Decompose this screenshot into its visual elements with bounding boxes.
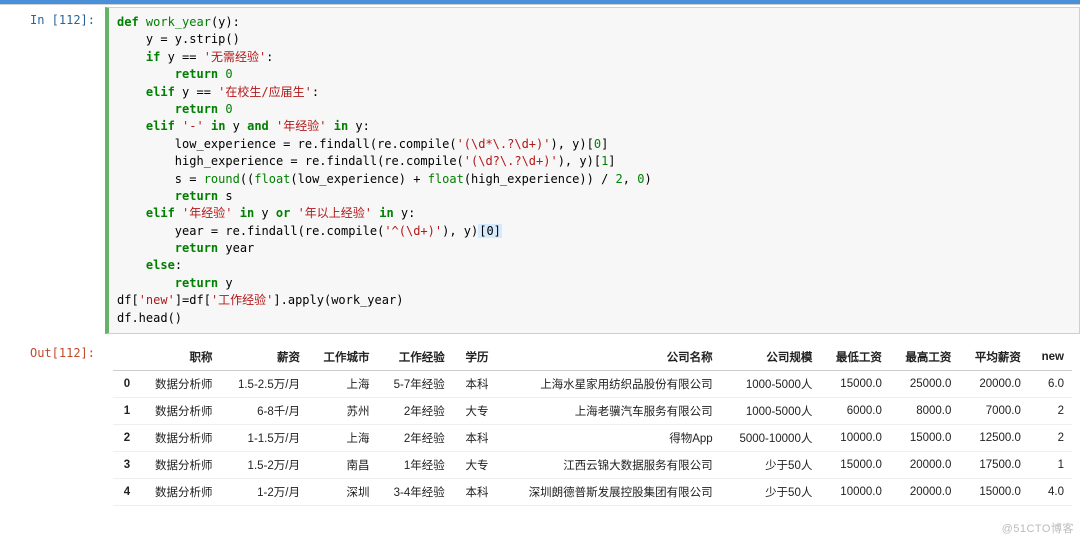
table-header-cell: 最低工资	[820, 344, 890, 371]
table-cell: 1年经验	[377, 452, 452, 479]
table-cell: 20000.0	[959, 371, 1029, 398]
table-row-index: 1	[113, 398, 138, 425]
table-cell: 数据分析师	[138, 452, 220, 479]
table-cell: 25000.0	[890, 371, 960, 398]
output-cell: Out[112]: 职称薪资工作城市工作经验学历公司名称公司规模最低工资最高工资…	[0, 340, 1080, 512]
table-cell: 本科	[453, 371, 497, 398]
table-row: 0数据分析师1.5-2.5万/月上海5-7年经验本科上海水星家用纺织品股份有限公…	[113, 371, 1072, 398]
code-editor[interactable]: def work_year(y): y = y.strip() if y == …	[105, 7, 1080, 334]
table-cell: 得物App	[496, 425, 720, 452]
table-header-cell: 公司规模	[721, 344, 821, 371]
table-cell: 7000.0	[959, 398, 1029, 425]
table-cell: 10000.0	[820, 425, 890, 452]
table-header-cell: 学历	[453, 344, 497, 371]
dataframe-table: 职称薪资工作城市工作经验学历公司名称公司规模最低工资最高工资平均薪资new 0数…	[113, 344, 1072, 506]
table-cell: 17500.0	[959, 452, 1029, 479]
table-cell: 数据分析师	[138, 371, 220, 398]
table-cell: 6.0	[1029, 371, 1072, 398]
table-cell: 1-1.5万/月	[221, 425, 308, 452]
table-cell: 1.5-2万/月	[221, 452, 308, 479]
table-cell: 15000.0	[959, 479, 1029, 506]
table-cell: 上海老骥汽车服务有限公司	[496, 398, 720, 425]
table-cell: 少于50人	[721, 479, 821, 506]
table-header-cell: new	[1029, 344, 1072, 371]
table-cell: 15000.0	[820, 371, 890, 398]
table-cell: 2年经验	[377, 425, 452, 452]
table-header-cell: 薪资	[221, 344, 308, 371]
table-row: 2数据分析师1-1.5万/月上海2年经验本科得物App5000-10000人10…	[113, 425, 1072, 452]
table-cell: 南昌	[308, 452, 378, 479]
table-cell: 大专	[453, 398, 497, 425]
table-cell: 10000.0	[820, 479, 890, 506]
table-cell: 20000.0	[890, 452, 960, 479]
table-cell: 2	[1029, 425, 1072, 452]
table-row-index: 2	[113, 425, 138, 452]
table-cell: 15000.0	[820, 452, 890, 479]
table-cell: 上海	[308, 425, 378, 452]
watermark: @51CTO博客	[1002, 520, 1074, 536]
table-cell: 1000-5000人	[721, 371, 821, 398]
input-cell: In [112]: def work_year(y): y = y.strip(…	[0, 7, 1080, 334]
table-header-cell: 工作经验	[377, 344, 452, 371]
output-area: 职称薪资工作城市工作经验学历公司名称公司规模最低工资最高工资平均薪资new 0数…	[105, 340, 1080, 512]
table-cell: 1-2万/月	[221, 479, 308, 506]
table-cell: 本科	[453, 479, 497, 506]
table-cell: 苏州	[308, 398, 378, 425]
table-cell: 数据分析师	[138, 398, 220, 425]
table-cell: 数据分析师	[138, 425, 220, 452]
table-cell: 6-8千/月	[221, 398, 308, 425]
table-cell: 少于50人	[721, 452, 821, 479]
table-row: 3数据分析师1.5-2万/月南昌1年经验大专江西云锦大数据服务有限公司少于50人…	[113, 452, 1072, 479]
table-cell: 8000.0	[890, 398, 960, 425]
table-header-cell: 平均薪资	[959, 344, 1029, 371]
table-row-index: 4	[113, 479, 138, 506]
table-cell: 2	[1029, 398, 1072, 425]
table-header-cell: 职称	[138, 344, 220, 371]
table-cell: 6000.0	[820, 398, 890, 425]
table-header-cell: 最高工资	[890, 344, 960, 371]
table-header-cell: 公司名称	[496, 344, 720, 371]
table-cell: 上海	[308, 371, 378, 398]
table-header-index	[113, 344, 138, 371]
table-cell: 5000-10000人	[721, 425, 821, 452]
table-cell: 深圳	[308, 479, 378, 506]
table-row-index: 0	[113, 371, 138, 398]
table-cell: 3-4年经验	[377, 479, 452, 506]
divider	[0, 4, 1080, 5]
table-cell: 15000.0	[890, 425, 960, 452]
table-row: 4数据分析师1-2万/月深圳3-4年经验本科深圳朗德普斯发展控股集团有限公司少于…	[113, 479, 1072, 506]
table-cell: 12500.0	[959, 425, 1029, 452]
output-prompt: Out[112]:	[0, 340, 105, 512]
table-cell: 江西云锦大数据服务有限公司	[496, 452, 720, 479]
table-header-cell: 工作城市	[308, 344, 378, 371]
table-row-index: 3	[113, 452, 138, 479]
table-header-row: 职称薪资工作城市工作经验学历公司名称公司规模最低工资最高工资平均薪资new	[113, 344, 1072, 371]
table-cell: 深圳朗德普斯发展控股集团有限公司	[496, 479, 720, 506]
table-cell: 20000.0	[890, 479, 960, 506]
table-cell: 数据分析师	[138, 479, 220, 506]
table-cell: 本科	[453, 425, 497, 452]
table-cell: 1	[1029, 452, 1072, 479]
table-cell: 2年经验	[377, 398, 452, 425]
table-cell: 4.0	[1029, 479, 1072, 506]
table-cell: 1000-5000人	[721, 398, 821, 425]
input-prompt: In [112]:	[0, 7, 105, 334]
table-cell: 大专	[453, 452, 497, 479]
table-cell: 5-7年经验	[377, 371, 452, 398]
table-cell: 1.5-2.5万/月	[221, 371, 308, 398]
table-cell: 上海水星家用纺织品股份有限公司	[496, 371, 720, 398]
table-row: 1数据分析师6-8千/月苏州2年经验大专上海老骥汽车服务有限公司1000-500…	[113, 398, 1072, 425]
